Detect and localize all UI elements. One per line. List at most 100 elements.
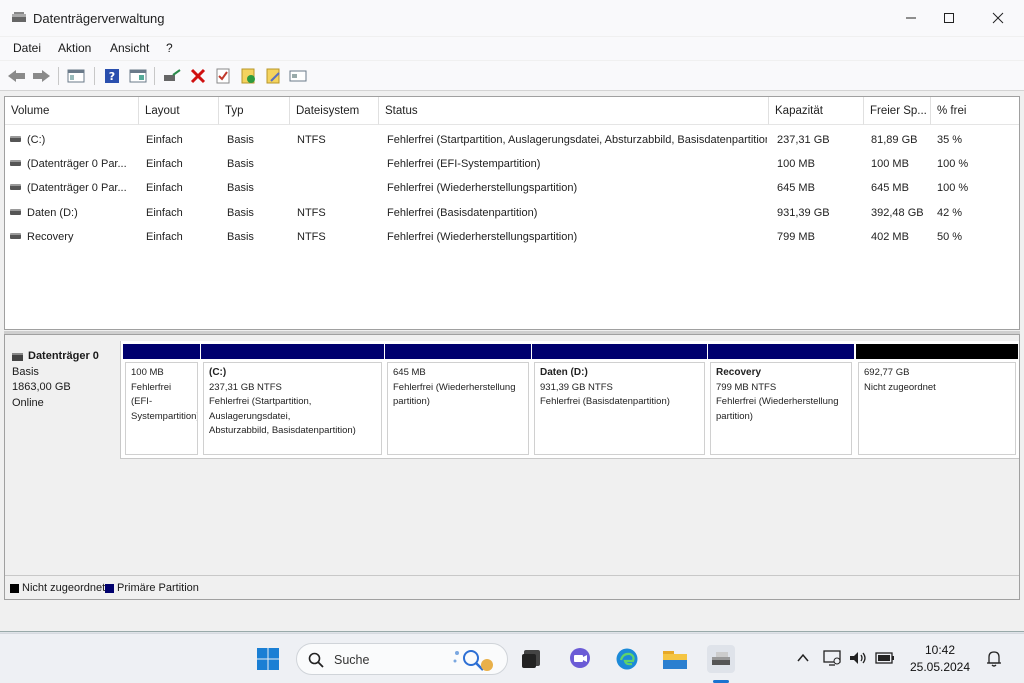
close-icon <box>992 12 1004 24</box>
cell-type: Basis <box>227 158 254 170</box>
drive-icon <box>10 160 21 166</box>
column-header-free-space[interactable]: Freier Sp... <box>864 97 931 125</box>
network-icon[interactable] <box>822 649 842 667</box>
legend-label-unallocated: Nicht zugeordnet <box>22 582 106 594</box>
table-row[interactable]: (Datenträger 0 Par... Einfach Basis Fehl… <box>5 176 1019 200</box>
partition-status: Fehlerfrei (Wiederherstellung <box>716 396 839 407</box>
cell-percent-free: 100 % <box>937 182 969 194</box>
cell-layout: Einfach <box>146 231 183 243</box>
cell-type: Basis <box>227 134 254 146</box>
disk-graphical-view[interactable]: Datenträger 0 Basis 1863,00 GB Online 10… <box>4 334 1020 600</box>
search-highlight-icon <box>453 650 493 671</box>
column-header-layout[interactable]: Layout <box>139 97 219 125</box>
cell-capacity: 100 MB <box>777 158 815 170</box>
chat-button[interactable] <box>566 645 594 673</box>
help-icon: ? <box>105 69 119 83</box>
partition-status: Nicht zugeordnet <box>864 381 936 393</box>
cell-percent-free: 100 % <box>937 158 969 170</box>
table-row[interactable]: (C:) Einfach Basis NTFS Fehlerfrei (Star… <box>5 128 1019 152</box>
cell-layout: Einfach <box>146 182 183 194</box>
cell-layout: Einfach <box>146 134 183 146</box>
drive-icon <box>10 184 21 190</box>
partition-d[interactable]: Daten (D:) 931,39 GB NTFS Fehlerfrei (Ba… <box>532 344 707 455</box>
partition-recovery-2[interactable]: Recovery 799 MB NTFS Fehlerfrei (Wiederh… <box>708 344 854 455</box>
windows-start-icon <box>257 648 279 670</box>
table-row[interactable]: Daten (D:) Einfach Basis NTFS Fehlerfrei… <box>5 201 1019 225</box>
partition-recovery-1[interactable]: 645 MB Fehlerfrei (Wiederherstellung par… <box>385 344 531 455</box>
partition-unallocated[interactable]: 692,77 GB Nicht zugeordnet <box>856 344 1018 455</box>
edit-volume-button[interactable] <box>263 66 283 86</box>
cell-layout: Einfach <box>146 207 183 219</box>
connect-disk-button[interactable] <box>162 66 182 86</box>
notifications-icon[interactable] <box>985 649 1003 669</box>
cell-capacity: 645 MB <box>777 182 815 194</box>
cell-status: Fehlerfrei (Wiederherstellungspartition) <box>387 182 578 194</box>
column-header-volume[interactable]: Volume <box>5 97 139 125</box>
cell-status: Fehlerfrei (Basisdatenpartition) <box>387 207 538 219</box>
column-header-percent-free[interactable]: % frei <box>931 97 1019 125</box>
cell-volume: (C:) <box>27 134 46 146</box>
cell-filesystem: NTFS <box>297 134 326 146</box>
disk-info[interactable]: Datenträger 0 Basis 1863,00 GB Online <box>5 341 121 459</box>
cell-free-space: 645 MB <box>871 182 909 194</box>
partition-type-bar <box>708 344 854 359</box>
column-header-type[interactable]: Typ <box>219 97 290 125</box>
properties-view-icon <box>129 69 147 83</box>
cell-type: Basis <box>227 207 254 219</box>
partition-type-bar <box>123 344 200 359</box>
file-explorer-button[interactable] <box>661 645 689 673</box>
cell-type: Basis <box>227 231 254 243</box>
column-header-capacity[interactable]: Kapazität <box>769 97 864 125</box>
task-view-button[interactable] <box>517 645 545 673</box>
volume-list[interactable]: Volume Layout Typ Dateisystem Status Kap… <box>4 96 1020 330</box>
maximize-button[interactable] <box>926 0 972 36</box>
help-button[interactable]: ? <box>102 66 122 86</box>
partition-efi[interactable]: 100 MB Fehlerfrei (EFI- Systempartition) <box>123 344 200 455</box>
chevron-up-icon[interactable] <box>796 652 810 664</box>
delete-button[interactable] <box>188 66 208 86</box>
partition-type-bar <box>856 344 1018 359</box>
legend-swatch-primary <box>105 584 114 593</box>
cell-capacity: 931,39 GB <box>777 207 830 219</box>
menu-datei[interactable]: Datei <box>13 41 41 55</box>
disk-type: Basis <box>12 365 39 378</box>
check-button[interactable] <box>213 66 233 86</box>
cell-capacity: 237,31 GB <box>777 134 830 146</box>
table-row[interactable]: (Datenträger 0 Par... Einfach Basis Fehl… <box>5 152 1019 176</box>
back-button[interactable] <box>7 66 27 86</box>
menu-ansicht[interactable]: Ansicht <box>110 41 149 55</box>
start-button[interactable] <box>254 645 282 673</box>
column-header-filesystem[interactable]: Dateisystem <box>290 97 379 125</box>
partition-title: Daten (D:) <box>540 367 588 378</box>
forward-button[interactable] <box>32 66 52 86</box>
disk-name: Datenträger 0 <box>12 349 120 365</box>
menu-help[interactable]: ? <box>166 41 173 55</box>
table-row[interactable]: Recovery Einfach Basis NTFS Fehlerfrei (… <box>5 225 1019 249</box>
partition-size: 931,39 GB NTFS <box>540 381 613 393</box>
partition-c[interactable]: (C:) 237,31 GB NTFS Fehlerfrei (Startpar… <box>201 344 384 455</box>
taskbar-search-box[interactable]: Suche <box>296 643 508 675</box>
taskbar: Suche 10:42 25.05.2024 <box>0 633 1024 683</box>
back-arrow-icon <box>8 70 25 82</box>
console-tree-button[interactable] <box>66 66 86 86</box>
cell-free-space: 81,89 GB <box>871 134 918 146</box>
cell-percent-free: 35 % <box>937 134 963 146</box>
disk-row[interactable]: Datenträger 0 Basis 1863,00 GB Online 10… <box>5 341 1019 459</box>
partition-status-cont: Absturzabbild, Basisdatenpartition) <box>209 425 356 436</box>
close-button[interactable] <box>975 0 1021 36</box>
volume-icon[interactable] <box>848 649 868 667</box>
battery-icon[interactable] <box>874 650 896 666</box>
menu-aktion[interactable]: Aktion <box>58 41 91 55</box>
edge-icon <box>616 648 638 670</box>
cell-filesystem: NTFS <box>297 231 326 243</box>
edge-button[interactable] <box>613 645 641 673</box>
new-volume-button[interactable] <box>238 66 258 86</box>
column-header-status[interactable]: Status <box>379 97 769 125</box>
format-button[interactable] <box>288 66 308 86</box>
properties-view-button[interactable] <box>128 66 148 86</box>
disk-management-taskbar-button[interactable] <box>707 645 735 673</box>
task-view-icon <box>522 650 540 668</box>
cell-free-space: 392,48 GB <box>871 207 924 219</box>
system-clock[interactable]: 10:42 25.05.2024 <box>905 642 975 676</box>
search-placeholder: Suche <box>334 653 370 667</box>
